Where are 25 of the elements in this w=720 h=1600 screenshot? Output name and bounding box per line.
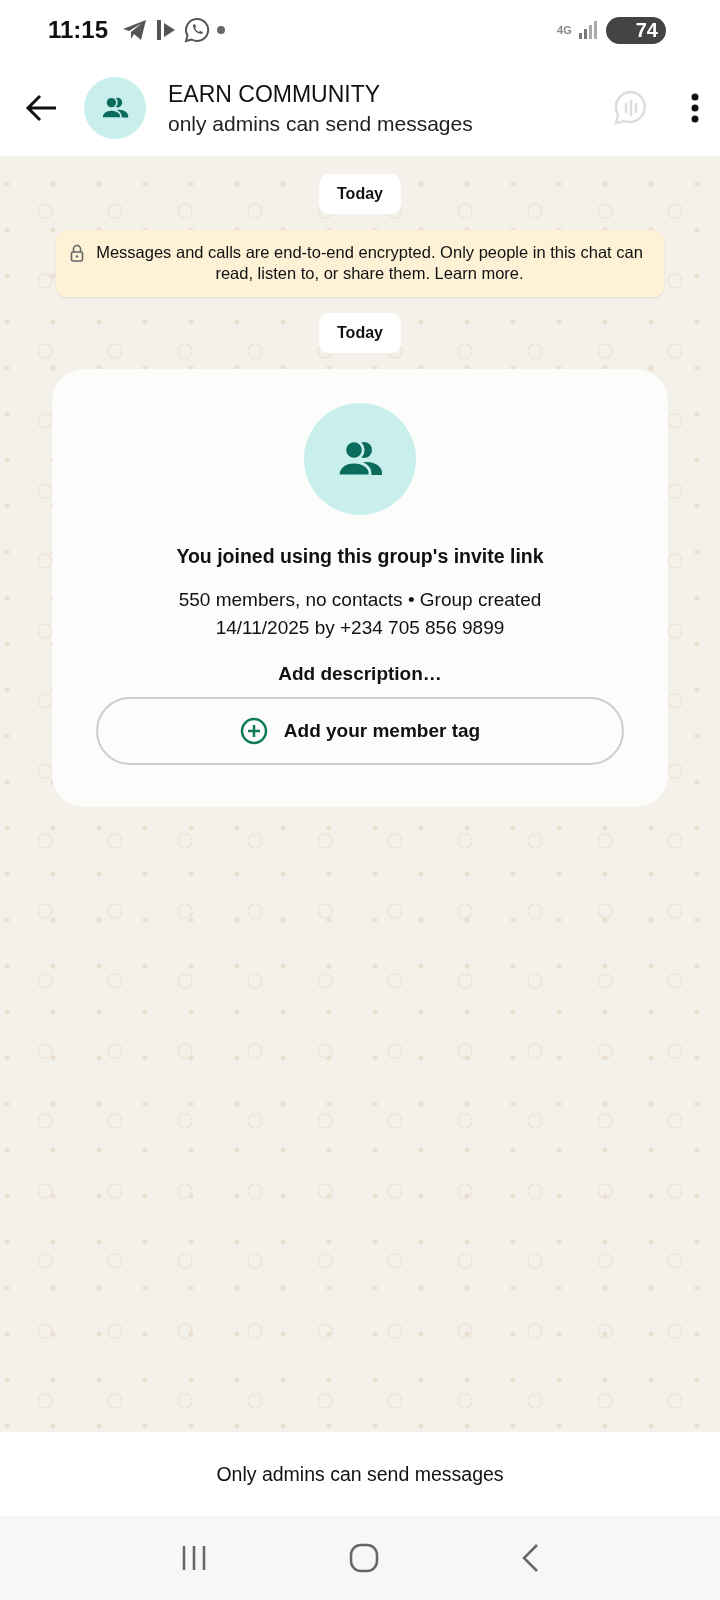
admins-only-notice: Only admins can send messages — [216, 1462, 504, 1486]
chat-phone-icon — [184, 17, 211, 43]
encryption-banner[interactable]: Messages and calls are end-to-end encrypted. Only people in this chat can read, listen to, or share them. Learn more. — [56, 230, 664, 297]
date-chip: Today — [319, 312, 401, 353]
more-options-button[interactable] — [690, 92, 700, 124]
add-member-tag-button[interactable]: Add your member tag — [96, 696, 624, 765]
joined-message: You joined using this group's invite link — [176, 544, 544, 568]
clock: 11:15 — [48, 16, 109, 44]
encryption-notice: Messages and calls are end-to-end encrypted. Only people in this chat can read, listen to, or share them. Learn more. — [95, 242, 644, 285]
back-button[interactable] — [24, 93, 58, 123]
group-details: 550 members, no contacts • Group created 14/11/2025 by +234 705 856 9899 — [177, 587, 543, 641]
chat-title[interactable]: EARN COMMUNITY — [168, 80, 612, 108]
date-chip: Today — [319, 174, 401, 214]
chat-subtitle: only admins can send messages — [168, 111, 474, 136]
add-description-link[interactable]: Add description… — [278, 662, 442, 685]
learn-more-link[interactable]: Learn more. — [434, 264, 524, 283]
paper-plane-icon — [122, 19, 149, 41]
network-label: 4G — [557, 24, 572, 36]
signal-icon — [577, 21, 598, 39]
add-icon — [239, 716, 268, 745]
lock-icon — [70, 244, 84, 262]
home-button[interactable] — [348, 1542, 380, 1574]
group-icon — [100, 96, 130, 120]
battery-indicator: 74 — [605, 16, 666, 44]
dot-icon — [216, 25, 227, 35]
